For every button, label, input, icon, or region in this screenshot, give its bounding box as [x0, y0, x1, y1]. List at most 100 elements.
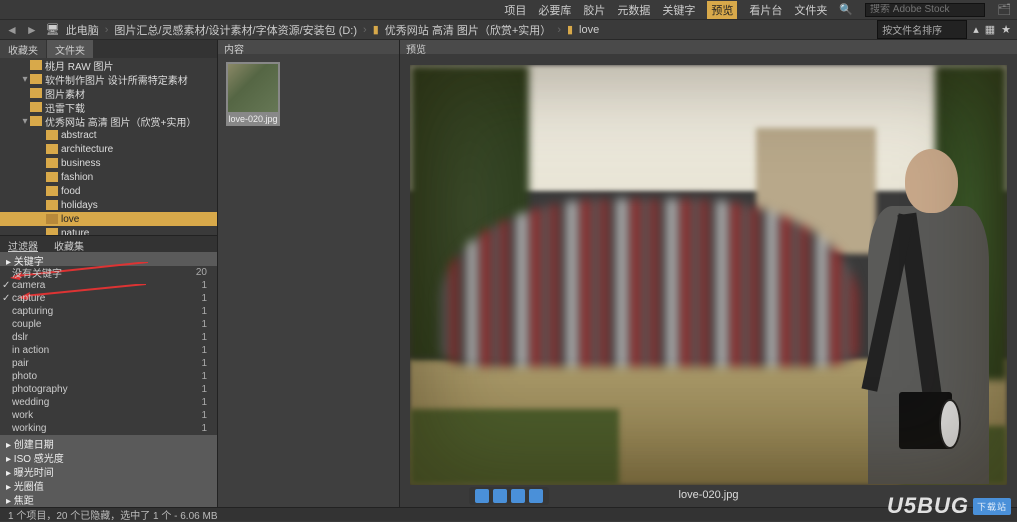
tree-item[interactable]: 图片素材 [0, 86, 217, 100]
filter-row[interactable]: dslr1 [0, 331, 217, 344]
sort-asc-icon[interactable]: ▴ [973, 23, 979, 36]
folder-icon [30, 102, 42, 112]
filter-row[interactable]: pair1 [0, 357, 217, 370]
filter-count: 1 [201, 423, 207, 434]
filter-section-header[interactable]: ▸ ISO 感光度 [0, 449, 217, 463]
rating-filter-icon[interactable]: ★ [1001, 23, 1011, 36]
tree-item[interactable]: 桃月 RAW 图片 [0, 58, 217, 72]
filter-row[interactable]: photography1 [0, 383, 217, 396]
tool-icon[interactable] [511, 489, 525, 503]
tab-collections[interactable]: 收藏集 [46, 236, 92, 252]
menu-essentials[interactable]: 必要库 [538, 2, 571, 18]
filter-label: photography [12, 384, 68, 395]
filter-row[interactable]: wedding1 [0, 396, 217, 409]
tool-icon[interactable] [529, 489, 543, 503]
filter-label: pair [12, 358, 29, 369]
tree-item[interactable]: business [0, 156, 217, 170]
folder-icon [30, 88, 42, 98]
filter-section-header[interactable]: ▸ 镜头 [0, 505, 217, 507]
filter-label: work [12, 410, 33, 421]
tab-filter[interactable]: 过滤器 [0, 236, 46, 252]
folder-icon [46, 228, 58, 236]
menu-lighttable[interactable]: 看片台 [749, 2, 782, 18]
bottom-tool-icons[interactable] [469, 487, 549, 505]
filter-row[interactable]: working1 [0, 422, 217, 435]
filter-row[interactable]: camera1 [0, 279, 217, 292]
preview-caption: love-020.jpg [679, 489, 739, 501]
filter-label: 没有关键字 [12, 265, 62, 280]
bc-computer[interactable]: 此电脑 [66, 22, 99, 38]
bc-part-1[interactable]: 优秀网站 高清 图片（欣赏+实用） [385, 22, 552, 38]
filter-section-header[interactable]: ▸ 光圈值 [0, 477, 217, 491]
watermark: U5BUG 下载站 [887, 493, 1011, 519]
left-panel: 收藏夹 文件夹 桃月 RAW 图片▾软件制作图片 设计所需特定素材图片素材迅雷下… [0, 40, 218, 507]
tree-item-label: holidays [61, 200, 98, 211]
filter-row[interactable]: capturing1 [0, 305, 217, 318]
filter-count: 1 [201, 293, 207, 304]
menu-film[interactable]: 胶片 [583, 2, 605, 18]
filter-count: 1 [201, 371, 207, 382]
menu-project[interactable]: 项目 [504, 2, 526, 18]
thumbnail[interactable]: love-020.jpg [226, 62, 280, 126]
tree-item-label: business [61, 158, 100, 169]
computer-icon[interactable]: 🖥 [46, 23, 60, 36]
tool-icon[interactable] [475, 489, 489, 503]
thumb-grid[interactable]: love-020.jpg [218, 54, 399, 507]
menu-folder[interactable]: 文件夹 [794, 2, 827, 18]
filter-section-header[interactable]: ▸ 焦距 [0, 491, 217, 505]
bc-part-2[interactable]: love [579, 24, 599, 36]
tool-icon[interactable] [493, 489, 507, 503]
settings-icon[interactable]: 🗂 [997, 3, 1011, 16]
grid-view-icon[interactable]: ▦ [985, 23, 995, 36]
filter-row[interactable]: couple1 [0, 318, 217, 331]
tree-item[interactable]: love [0, 212, 217, 226]
nav-fwd-icon[interactable]: ► [26, 23, 38, 37]
tree-item-label: 桃月 RAW 图片 [45, 58, 114, 73]
tree-item-label: architecture [61, 144, 113, 155]
tree-item[interactable]: ▾优秀网站 高清 图片（欣赏+实用） [0, 114, 217, 128]
tree-item[interactable]: architecture [0, 142, 217, 156]
filter-row[interactable]: photo1 [0, 370, 217, 383]
menu-keywords[interactable]: 关键字 [662, 2, 695, 18]
tree-item[interactable]: food [0, 184, 217, 198]
chevron-right-icon: › [363, 24, 367, 36]
thumbnail-label: love-020.jpg [228, 114, 278, 124]
tree-item-label: 软件制作图片 设计所需特定素材 [45, 72, 188, 87]
tree-item[interactable]: abstract [0, 128, 217, 142]
filter-row[interactable]: work 1 [0, 409, 217, 422]
top-menu: 项目 必要库 胶片 元数据 关键字 预览 看片台 文件夹 🔍 🗂 [0, 0, 1017, 20]
tab-folders[interactable]: 文件夹 [47, 40, 94, 58]
sort-dropdown[interactable]: 按文件名排序 [877, 20, 967, 39]
filter-row[interactable]: in action1 [0, 344, 217, 357]
bc-part-0[interactable]: 图片汇总/灵感素材/设计素材/字体资源/安装包 (D:) [114, 22, 357, 38]
filter-row[interactable]: capture1 [0, 292, 217, 305]
folder-icon [46, 200, 58, 210]
tree-item[interactable]: holidays [0, 198, 217, 212]
tree-item[interactable]: fashion [0, 170, 217, 184]
filter-row[interactable]: 没有关键字20 [0, 266, 217, 279]
filter-count: 1 [201, 280, 207, 291]
nav-back-icon[interactable]: ◄ [6, 23, 18, 37]
filter-label: wedding [12, 397, 49, 408]
watermark-text: U5BUG [887, 493, 969, 519]
tree-item[interactable]: nature [0, 226, 217, 236]
preview-image[interactable] [410, 65, 1007, 485]
search-input[interactable] [865, 3, 985, 17]
folder-icon [46, 214, 58, 224]
filter-section-header[interactable]: ▸ 曝光时间 [0, 463, 217, 477]
tab-favorites[interactable]: 收藏夹 [0, 40, 47, 58]
tree-item[interactable]: 迅雷下载 [0, 100, 217, 114]
filter-panel[interactable]: ▸ 关键字没有关键字20camera1capture1capturing1cou… [0, 252, 217, 507]
menu-preview[interactable]: 预览 [707, 1, 737, 19]
thumbnail-image [228, 64, 278, 112]
filter-section-header[interactable]: ▸ 创建日期 [0, 435, 217, 449]
filter-count: 1 [201, 410, 207, 421]
filter-label: capturing [12, 306, 53, 317]
tree-item-label: love [61, 214, 79, 225]
folder-tree[interactable]: 桃月 RAW 图片▾软件制作图片 设计所需特定素材图片素材迅雷下载▾优秀网站 高… [0, 58, 217, 236]
filter-section-header[interactable]: ▸ 关键字 [0, 252, 217, 266]
tree-item[interactable]: ▾软件制作图片 设计所需特定素材 [0, 72, 217, 86]
folder-icon [30, 60, 42, 70]
content-header: 内容 [218, 40, 399, 54]
menu-metadata[interactable]: 元数据 [617, 2, 650, 18]
